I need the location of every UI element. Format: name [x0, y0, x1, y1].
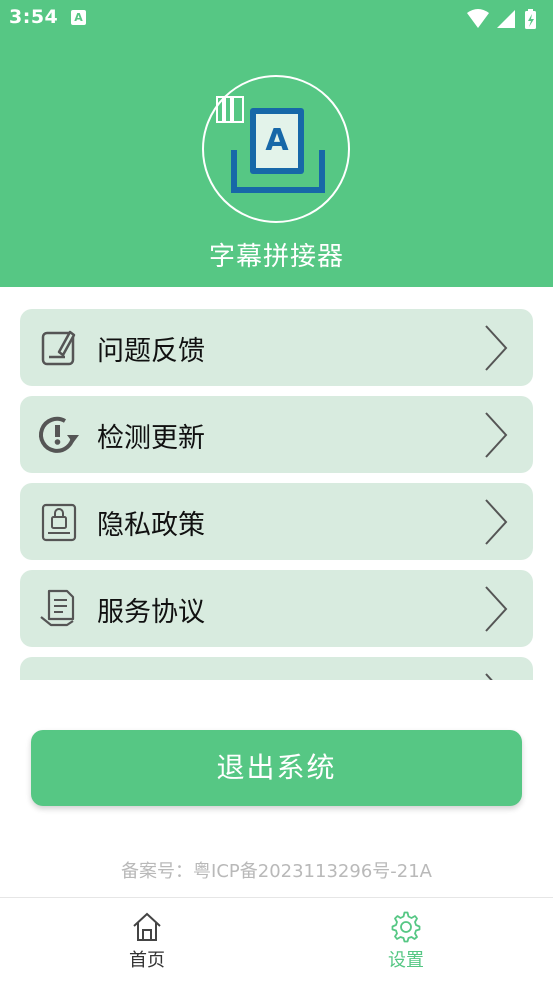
tab-settings[interactable]: 设置 [346, 910, 466, 980]
chevron-right-icon [485, 499, 508, 545]
header-banner: 3:54 A A 字幕拼接器 [0, 0, 553, 287]
logout-button[interactable]: 退出系统 [31, 730, 522, 806]
cell-signal-icon [497, 10, 515, 28]
service-agreement-icon [40, 589, 75, 627]
chevron-right-icon [485, 673, 493, 680]
text-a-notification-icon: A [71, 10, 86, 25]
menu-item-partial[interactable] [20, 657, 533, 680]
chevron-right-icon [485, 412, 508, 458]
settings-list: 问题反馈 检测更新 隐私政策 服务协议 [0, 287, 553, 680]
status-icons [467, 9, 536, 29]
app-title: 字幕拼接器 [208, 242, 344, 272]
icp-record-text: 备案号：粤ICP备2023113296号-21A [121, 861, 432, 882]
app-logo: A [202, 75, 350, 223]
svg-text:A: A [265, 123, 289, 158]
tab-settings-label: 设置 [388, 950, 424, 971]
settings-gear-icon [391, 911, 421, 943]
chevron-right-icon [485, 325, 508, 371]
menu-item-check-update[interactable]: 检测更新 [20, 396, 533, 473]
menu-item-service-agreement[interactable]: 服务协议 [20, 570, 533, 647]
status-bar: 3:54 A [0, 0, 553, 38]
wifi-icon [467, 9, 489, 28]
feedback-edit-icon [41, 330, 76, 366]
status-time: 3:54 [9, 6, 59, 28]
menu-item-label: 服务协议 [97, 597, 205, 628]
bottom-nav: 首页 设置 [0, 897, 553, 984]
home-icon [133, 912, 161, 941]
settings-screen: 3:54 A A 字幕拼接器 问题反馈 检测更新 隐私政策 服务协议 退出系统 … [0, 0, 553, 984]
menu-item-label: 问题反馈 [97, 336, 205, 367]
battery-charging-icon [525, 9, 536, 29]
subtitle-letter-a-logo-icon: A [216, 96, 325, 193]
privacy-lock-icon [41, 503, 77, 542]
chevron-right-icon [485, 586, 508, 632]
tab-home-label: 首页 [129, 950, 165, 971]
menu-item-label: 隐私政策 [97, 510, 205, 541]
menu-item-privacy-policy[interactable]: 隐私政策 [20, 483, 533, 560]
menu-item-label: 检测更新 [97, 423, 205, 454]
tab-home[interactable]: 首页 [87, 910, 207, 980]
menu-item-feedback[interactable]: 问题反馈 [20, 309, 533, 386]
update-check-icon [39, 416, 79, 453]
